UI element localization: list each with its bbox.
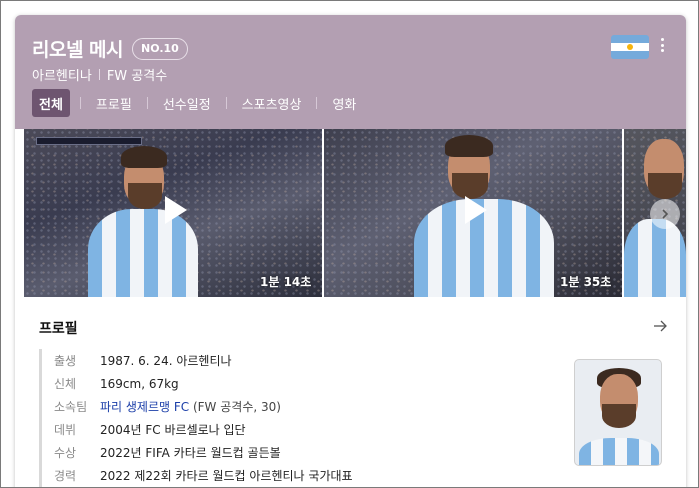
score-overlay	[36, 137, 142, 145]
tab-schedule[interactable]: 선수일정	[156, 89, 218, 117]
tab-movie[interactable]: 영화	[325, 89, 363, 117]
row-value: 파리 생제르맹 FC (FW 공격수, 30)	[100, 398, 281, 415]
tab-sports-video[interactable]: 스포츠영상	[235, 89, 309, 117]
team-detail: (FW 공격수, 30)	[189, 400, 281, 414]
player-info-card: 리오넬 메시 NO.10 아르헨티나 FW 공격수 전체 프로필 선수일정 스포…	[15, 15, 686, 487]
profile-section: 프로필 출생 1987. 6. 24. 아르헨티나 신체 169cm, 67kg…	[24, 297, 686, 487]
tab-divider	[79, 97, 81, 109]
video-thumbnail[interactable]: 1분 35초	[324, 129, 622, 297]
row-value: 2022 제22회 카타르 월드컵 아르헨티나 국가대표	[100, 469, 353, 483]
more-vertical-icon[interactable]	[657, 36, 667, 54]
play-icon	[165, 196, 187, 224]
profile-heading[interactable]: 프로필	[39, 318, 78, 338]
row-label: 수상	[54, 446, 77, 460]
player-photo[interactable]	[574, 359, 662, 466]
chevron-right-icon	[662, 209, 669, 219]
carousel-next-button[interactable]	[650, 199, 680, 229]
play-icon	[465, 196, 487, 224]
profile-row-debut: 데뷔 2004년 FC 바르셀로나 입단	[54, 418, 353, 441]
video-thumbnail[interactable]: 1분 14초	[24, 129, 322, 297]
player-name[interactable]: 리오넬 메시	[32, 35, 124, 62]
player-position: FW 공격수	[106, 69, 168, 84]
tab-divider	[316, 97, 318, 109]
tab-divider	[225, 97, 227, 109]
row-label: 신체	[54, 377, 77, 391]
profile-row-team: 소속팀 파리 생제르맹 FC (FW 공격수, 30)	[54, 395, 353, 418]
profile-row-awards: 수상 2022년 FIFA 카타르 월드컵 골든볼	[54, 441, 353, 464]
argentina-flag-icon	[611, 35, 649, 59]
profile-row-birth: 출생 1987. 6. 24. 아르헨티나	[54, 349, 353, 372]
row-label: 소속팀	[54, 400, 88, 414]
row-value: 2022년 FIFA 카타르 월드컵 골든볼	[100, 446, 281, 460]
tab-profile[interactable]: 프로필	[89, 89, 139, 117]
row-value: 2004년 FC 바르셀로나 입단	[100, 423, 246, 437]
row-value: 169cm, 67kg	[100, 376, 179, 391]
video-duration: 1분 35초	[560, 275, 612, 289]
browser-frame: 리오넬 메시 NO.10 아르헨티나 FW 공격수 전체 프로필 선수일정 스포…	[0, 0, 699, 488]
profile-info-list: 출생 1987. 6. 24. 아르헨티나 신체 169cm, 67kg 소속팀…	[39, 349, 353, 487]
tab-all[interactable]: 전체	[32, 89, 70, 117]
video-duration: 1분 14초	[260, 275, 312, 289]
team-link[interactable]: 파리 생제르맹 FC	[100, 400, 189, 414]
profile-row-career: 경력 2022 제22회 카타르 월드컵 아르헨티나 국가대표	[54, 464, 353, 487]
video-carousel: 1분 14초 1분 35초	[24, 129, 686, 297]
profile-row-body: 신체 169cm, 67kg	[54, 372, 353, 395]
row-label: 데뷔	[54, 423, 77, 437]
row-label: 출생	[54, 354, 77, 368]
subtitle-divider	[98, 69, 100, 80]
tab-bar: 전체 프로필 선수일정 스포츠영상 영화	[32, 89, 363, 117]
player-country: 아르헨티나	[32, 69, 92, 84]
card-header: 리오넬 메시 NO.10 아르헨티나 FW 공격수 전체 프로필 선수일정 스포…	[15, 15, 686, 129]
row-value: 1987. 6. 24. 아르헨티나	[100, 354, 232, 368]
title-row: 리오넬 메시 NO.10	[32, 35, 188, 62]
player-subtitle: 아르헨티나 FW 공격수	[32, 65, 167, 84]
jersey-number-badge: NO.10	[132, 37, 188, 60]
arrow-right-icon[interactable]	[652, 318, 668, 334]
tab-divider	[146, 97, 148, 109]
row-label: 경력	[54, 469, 77, 483]
